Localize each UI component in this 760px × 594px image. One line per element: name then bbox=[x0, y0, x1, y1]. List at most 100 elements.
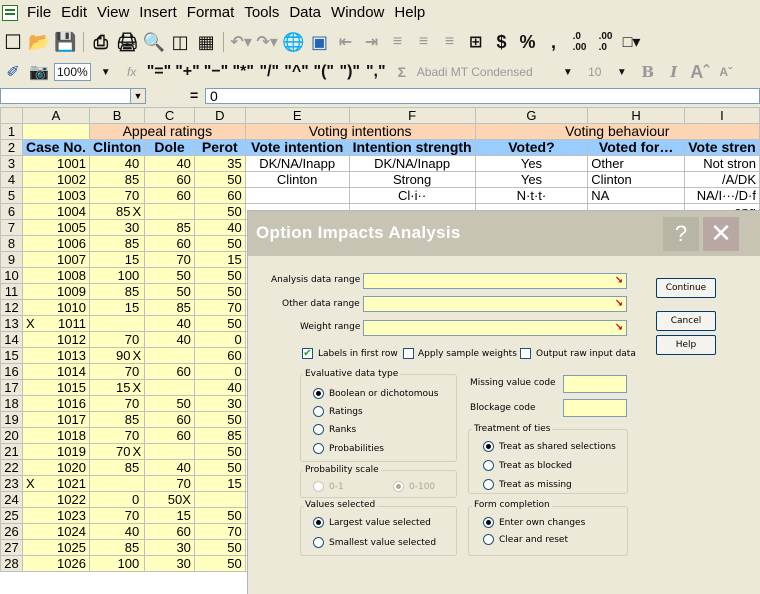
group-header-appeal[interactable]: Appeal ratings bbox=[88, 123, 246, 140]
clinton-rating-cell[interactable]: 85 bbox=[88, 171, 146, 188]
row-header[interactable]: 25 bbox=[0, 507, 23, 524]
column-label-cell[interactable]: Voted for… bbox=[587, 139, 685, 156]
intention-strength-cell[interactable]: DK/NA/Inapp bbox=[348, 155, 476, 172]
currency-icon[interactable]: $ bbox=[491, 31, 513, 53]
perot-rating-cell[interactable]: 50 bbox=[193, 539, 246, 556]
dole-rating-cell[interactable]: 70 bbox=[144, 475, 195, 492]
case-number-cell[interactable]: 1023 bbox=[21, 507, 90, 524]
help-button[interactable]: Help bbox=[656, 335, 716, 355]
zoom-dropdown-icon[interactable]: ▼ bbox=[95, 61, 117, 83]
voted-for-cell[interactable]: Clinton bbox=[587, 171, 685, 188]
case-number-cell[interactable]: 1007 bbox=[21, 251, 90, 268]
clinton-rating-cell[interactable]: 0 bbox=[88, 491, 146, 508]
clinton-rating-cell[interactable]: 70 bbox=[88, 363, 146, 380]
weight-range-picker-icon[interactable]: ↘ bbox=[612, 321, 626, 335]
open-folder-icon[interactable]: 📂 bbox=[28, 31, 50, 53]
case-number-cell[interactable]: 1018 bbox=[21, 427, 90, 444]
intention-strength-cell[interactable]: Strong bbox=[348, 171, 476, 188]
output-raw-checkbox[interactable] bbox=[520, 348, 531, 359]
excel-app-icon[interactable] bbox=[2, 5, 18, 21]
dole-rating-cell[interactable]: 60 bbox=[144, 171, 195, 188]
enter-changes-radio[interactable] bbox=[483, 517, 494, 528]
case-number-cell[interactable]: 1015 bbox=[21, 379, 90, 396]
perot-rating-cell[interactable]: 70 bbox=[193, 523, 246, 540]
row-header[interactable]: 23 bbox=[0, 475, 23, 492]
vote-strength-cell[interactable]: NA/I···/D·f bbox=[683, 187, 760, 204]
case-number-cell[interactable]: 1019 bbox=[21, 443, 90, 460]
perot-rating-cell[interactable]: 85 bbox=[193, 427, 246, 444]
dole-rating-cell[interactable] bbox=[144, 203, 195, 220]
clinton-rating-cell[interactable]: 85 bbox=[88, 459, 146, 476]
format-painter-icon[interactable]: ✐ bbox=[2, 61, 24, 83]
row-header[interactable]: 17 bbox=[0, 379, 23, 396]
row-header[interactable]: 13 bbox=[0, 315, 23, 332]
menu-file[interactable]: File bbox=[22, 0, 56, 26]
page-icon[interactable]: ◫ bbox=[169, 31, 191, 53]
row-header[interactable]: 12 bbox=[0, 299, 23, 316]
camera-icon[interactable]: 📷 bbox=[28, 61, 50, 83]
name-box[interactable] bbox=[0, 88, 146, 104]
menu-format[interactable]: Format bbox=[182, 0, 240, 26]
perot-rating-cell[interactable]: 0 bbox=[193, 331, 246, 348]
row-header[interactable]: 21 bbox=[0, 443, 23, 460]
group-header-voting-intentions[interactable]: Voting intentions bbox=[244, 123, 476, 140]
increase-decimal-icon[interactable]: .0.00 bbox=[569, 31, 591, 53]
perot-rating-cell[interactable]: 50 bbox=[193, 283, 246, 300]
dole-rating-cell[interactable]: 40 bbox=[144, 155, 195, 172]
case-number-cell[interactable]: 1006 bbox=[21, 235, 90, 252]
group-header-voting-behaviour[interactable]: Voting behaviour bbox=[474, 123, 760, 140]
clinton-rating-cell[interactable]: 90 X bbox=[88, 347, 146, 364]
percent-icon[interactable]: % bbox=[517, 31, 539, 53]
case-number-cell[interactable]: 1016 bbox=[21, 395, 90, 412]
font-name-select[interactable]: Abadi MT Condensed bbox=[417, 61, 553, 83]
clinton-rating-cell[interactable] bbox=[88, 475, 146, 492]
dole-rating-cell[interactable]: 50X bbox=[144, 491, 195, 508]
dole-rating-cell[interactable]: 50 bbox=[144, 283, 195, 300]
clinton-rating-cell[interactable]: 100 bbox=[88, 267, 146, 284]
row-header[interactable]: 26 bbox=[0, 523, 23, 540]
intention-strength-cell[interactable]: Cl·i·· bbox=[348, 187, 476, 204]
row-header[interactable]: 6 bbox=[0, 203, 23, 220]
dole-rating-cell[interactable]: 60 bbox=[144, 411, 195, 428]
clinton-rating-cell[interactable]: 70 bbox=[88, 427, 146, 444]
column-label-cell[interactable]: Clinton bbox=[88, 139, 146, 156]
row-header[interactable]: 1 bbox=[0, 123, 23, 140]
clinton-rating-cell[interactable]: 30 bbox=[88, 219, 146, 236]
case-number-cell[interactable]: 1009 bbox=[21, 283, 90, 300]
redo-icon[interactable]: ↷▾ bbox=[256, 31, 278, 53]
probabilities-radio[interactable] bbox=[313, 443, 324, 454]
perot-rating-cell[interactable]: 50 bbox=[193, 507, 246, 524]
cell[interactable] bbox=[21, 123, 90, 140]
case-number-cell[interactable]: 1008 bbox=[21, 267, 90, 284]
research-icon[interactable]: ▣ bbox=[309, 31, 331, 53]
case-number-cell[interactable]: 1020 bbox=[21, 459, 90, 476]
dole-rating-cell[interactable]: 30 bbox=[144, 555, 195, 572]
case-number-cell[interactable]: X 1021 bbox=[21, 475, 90, 492]
voted-cell[interactable]: Yes bbox=[474, 171, 589, 188]
clinton-rating-cell[interactable]: 70 bbox=[88, 331, 146, 348]
case-number-cell[interactable]: 1005 bbox=[21, 219, 90, 236]
increase-indent-icon[interactable]: ⇥ bbox=[361, 31, 383, 53]
font-size-dropdown-icon[interactable]: ▼ bbox=[611, 61, 633, 83]
operator-power-button[interactable]: "^" bbox=[284, 61, 309, 83]
perot-rating-cell[interactable]: 50 bbox=[193, 315, 246, 332]
clinton-rating-cell[interactable]: 85 bbox=[88, 283, 146, 300]
case-number-cell[interactable]: 1014 bbox=[21, 363, 90, 380]
hyperlink-globe-icon[interactable]: 🌐 bbox=[282, 31, 304, 53]
other-range-picker-icon[interactable]: ↘ bbox=[612, 297, 626, 311]
dole-rating-cell[interactable]: 60 bbox=[144, 235, 195, 252]
dialog-help-icon[interactable]: ? bbox=[663, 217, 699, 251]
operator-comma-button[interactable]: "," bbox=[365, 61, 387, 83]
operator-plus-button[interactable]: "+" bbox=[175, 61, 200, 83]
vote-intention-cell[interactable]: DK/NA/Inapp bbox=[244, 155, 350, 172]
case-number-cell[interactable]: 1012 bbox=[21, 331, 90, 348]
clear-reset-radio[interactable] bbox=[483, 534, 494, 545]
perot-rating-cell[interactable]: 50 bbox=[193, 555, 246, 572]
menu-view[interactable]: View bbox=[92, 0, 134, 26]
scale-0-100-radio[interactable] bbox=[393, 481, 404, 492]
dole-rating-cell[interactable]: 40 bbox=[144, 459, 195, 476]
case-number-cell[interactable]: 1025 bbox=[21, 539, 90, 556]
dole-rating-cell[interactable]: 85 bbox=[144, 219, 195, 236]
new-document-icon[interactable]: ☐ bbox=[2, 31, 24, 54]
ranks-radio[interactable] bbox=[313, 424, 324, 435]
